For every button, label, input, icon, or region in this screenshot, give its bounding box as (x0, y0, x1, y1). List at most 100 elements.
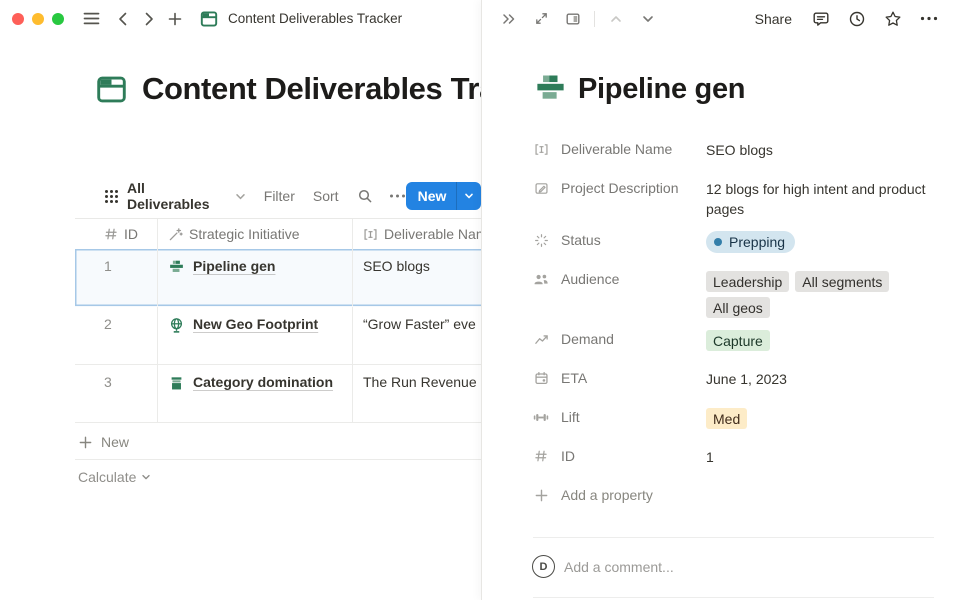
page-link[interactable]: New Geo Footprint (193, 316, 318, 332)
traffic-lights (12, 13, 64, 25)
topbar-divider (594, 11, 595, 27)
share-button[interactable]: Share (755, 11, 792, 27)
next-record-icon[interactable] (635, 6, 661, 32)
close-window-button[interactable] (12, 13, 24, 25)
table-row[interactable]: 3 Category domination The Run Revenue S (75, 365, 481, 423)
main-pane: Content Deliverables Tracker Content Del… (0, 0, 481, 600)
property-row-lift[interactable]: Lift Med (533, 402, 936, 435)
table-row[interactable]: 1 Pipeline gen SEO blogs (75, 249, 481, 307)
page-title-icon[interactable] (96, 74, 127, 105)
audience-tag[interactable]: All geos (706, 297, 770, 318)
page-title[interactable]: Content Deliverables Tracker (142, 71, 481, 107)
property-row-status[interactable]: Status Prepping (533, 225, 936, 258)
table-row[interactable]: 2 New Geo Footprint “Grow Faster” eve (75, 307, 481, 365)
lift-tag[interactable]: Med (706, 408, 747, 429)
section-divider (533, 537, 934, 538)
section-divider (533, 597, 934, 598)
cell-strategic-initiative[interactable]: Pipeline gen (158, 249, 353, 306)
dumbbell-icon (533, 410, 549, 425)
expand-page-icon[interactable] (528, 6, 554, 32)
add-property-button[interactable]: Add a property (533, 480, 936, 513)
page-header: Content Deliverables Tracker (96, 71, 481, 107)
previous-record-icon[interactable] (603, 6, 629, 32)
cell-id[interactable]: 3 (75, 365, 158, 422)
side-peek-layout-icon[interactable] (560, 6, 586, 32)
property-row-audience[interactable]: Audience Leadership All segments All geo… (533, 264, 936, 318)
chevron-down-icon (141, 472, 151, 482)
sort-button[interactable]: Sort (313, 188, 339, 204)
people-icon (533, 272, 549, 287)
cell-strategic-initiative[interactable]: Category domination (158, 365, 353, 422)
view-selector[interactable]: All Deliverables (127, 180, 231, 212)
page-more-options-icon[interactable] (916, 6, 942, 32)
property-value: June 1, 2023 (706, 363, 936, 396)
column-header-deliverable-name[interactable]: Deliverable Name (353, 219, 481, 249)
page-link[interactable]: Pipeline gen (193, 258, 275, 274)
cell-strategic-initiative[interactable]: New Geo Footprint (158, 307, 353, 364)
cell-id[interactable]: 1 (75, 249, 158, 306)
pipeline-bars-icon[interactable] (533, 72, 568, 107)
plus-icon (78, 435, 93, 450)
demand-tag[interactable]: Capture (706, 330, 770, 351)
cell-deliverable-name[interactable]: “Grow Faster” eve (353, 307, 481, 364)
page-link[interactable]: Category domination (193, 374, 333, 390)
globe-icon (168, 317, 185, 334)
views-grid-icon[interactable] (104, 189, 119, 204)
filter-button[interactable]: Filter (264, 188, 295, 204)
table-header-row: ID Strategic Initiative Deliverable Name (75, 218, 481, 249)
back-icon[interactable] (110, 6, 136, 32)
new-record-button[interactable]: New (406, 182, 457, 210)
comments-icon[interactable] (808, 6, 834, 32)
status-icon (533, 233, 549, 248)
books-icon (168, 375, 185, 392)
sidebar-menu-icon[interactable] (78, 6, 104, 32)
search-icon[interactable] (357, 188, 373, 204)
audience-tag[interactable]: All segments (795, 271, 889, 292)
add-row-button[interactable]: New (75, 425, 481, 460)
new-record-split-button: New (406, 182, 481, 210)
property-row-project-description[interactable]: Project Description 12 blogs for high in… (533, 173, 936, 219)
property-value: SEO blogs (706, 134, 936, 167)
record-header: Pipeline gen (533, 72, 745, 107)
property-row-eta[interactable]: ETA June 1, 2023 (533, 363, 936, 396)
cell-deliverable-name[interactable]: The Run Revenue S (353, 365, 481, 422)
calendar-icon (533, 371, 549, 386)
record-title[interactable]: Pipeline gen (578, 73, 745, 106)
forward-icon[interactable] (136, 6, 162, 32)
column-header-strategic-initiative[interactable]: Strategic Initiative (158, 219, 353, 249)
calculate-button[interactable]: Calculate (78, 460, 151, 494)
avatar: D (532, 555, 555, 578)
column-header-id[interactable]: ID (75, 219, 158, 249)
pipeline-bars-icon (168, 259, 185, 276)
zoom-window-button[interactable] (52, 13, 64, 25)
plus-icon (533, 488, 549, 503)
status-dot-icon (714, 238, 722, 246)
close-peek-icon[interactable] (496, 6, 522, 32)
app-window: Content Deliverables Tracker Content Del… (0, 0, 960, 600)
hash-icon (104, 227, 118, 241)
updates-clock-icon[interactable] (844, 6, 870, 32)
new-tab-icon[interactable] (162, 6, 188, 32)
property-value: 1 (706, 441, 936, 474)
minimize-window-button[interactable] (32, 13, 44, 25)
property-row-id[interactable]: ID 1 (533, 441, 936, 474)
favorite-star-icon[interactable] (880, 6, 906, 32)
new-record-dropdown-icon[interactable] (456, 182, 481, 210)
property-row-demand[interactable]: Demand Capture (533, 324, 936, 357)
audience-tag[interactable]: Leadership (706, 271, 789, 292)
comment-composer: D (532, 555, 934, 578)
wand-icon (168, 227, 183, 242)
cell-deliverable-name[interactable]: SEO blogs (353, 249, 481, 306)
status-pill[interactable]: Prepping (706, 231, 795, 253)
view-chevron-down-icon[interactable] (235, 191, 246, 202)
property-value: 12 blogs for high intent and product pag… (706, 173, 936, 219)
text-icon (363, 227, 378, 242)
text-icon (533, 142, 549, 157)
peek-panel: Share Pipeline gen (481, 0, 960, 600)
cell-id[interactable]: 2 (75, 307, 158, 364)
hash-icon (533, 449, 549, 463)
edit-icon (533, 181, 549, 196)
comment-input[interactable] (564, 559, 934, 575)
property-row-deliverable-name[interactable]: Deliverable Name SEO blogs (533, 134, 936, 167)
more-options-icon[interactable] (389, 193, 406, 199)
